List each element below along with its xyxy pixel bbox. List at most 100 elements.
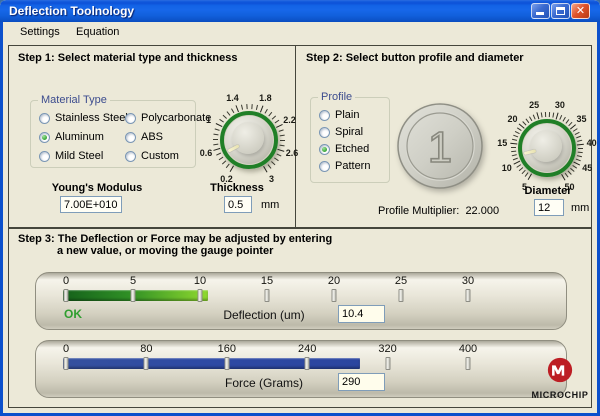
- radio-label: Custom: [141, 150, 179, 162]
- knob-tick: [216, 123, 223, 127]
- youngs-modulus-input[interactable]: [60, 196, 122, 213]
- profile-label: Profile: [318, 91, 355, 103]
- knob-tick: [572, 165, 577, 169]
- radio-selected-icon[interactable]: [319, 144, 330, 155]
- menu-settings[interactable]: Settings: [18, 22, 62, 42]
- gauge-tick-label: 80: [140, 343, 152, 355]
- radio-option-abs[interactable]: ABS: [125, 131, 197, 143]
- radio-option-aluminum[interactable]: Aluminum: [39, 131, 125, 143]
- radio-option-polycarbonate[interactable]: Polycarbonate: [125, 112, 197, 124]
- knob-scale-label: 15: [497, 138, 507, 148]
- gauge-tick-label: 5: [130, 275, 136, 287]
- knob-tick: [219, 119, 224, 123]
- thickness-knob[interactable]: 0.20.611.41.82.22.63: [201, 92, 297, 188]
- knob-tick: [511, 151, 516, 153]
- minimize-button[interactable]: [531, 3, 550, 19]
- radio-option-plain[interactable]: Plain: [319, 109, 385, 121]
- knob-tick: [578, 152, 583, 154]
- gauge-label: Deflection (um): [189, 308, 339, 322]
- close-button[interactable]: ✕: [571, 3, 590, 19]
- thickness-input[interactable]: [224, 196, 252, 213]
- radio-option-mild-steel[interactable]: Mild Steel: [39, 150, 125, 162]
- knob-tick: [213, 139, 218, 140]
- radio-label: Spiral: [335, 126, 363, 138]
- knob-tick: [565, 173, 569, 178]
- knob-tick: [573, 161, 580, 165]
- knob-tick: [271, 161, 275, 165]
- knob-tick: [578, 148, 583, 149]
- gauge-bar[interactable]: [63, 290, 208, 301]
- knob-tick: [230, 165, 234, 172]
- knob-tick: [280, 140, 285, 141]
- gauge-status: OK: [64, 307, 82, 321]
- knob-tick: [536, 112, 539, 119]
- radio-icon[interactable]: [39, 113, 50, 124]
- knob-tick: [213, 148, 220, 151]
- knob-cap: [232, 122, 264, 154]
- gauge-bar[interactable]: [63, 358, 360, 369]
- knob-tick: [513, 135, 518, 138]
- microchip-logo-icon: [546, 356, 574, 384]
- gauge-value-input[interactable]: [338, 305, 385, 323]
- radio-icon[interactable]: [125, 113, 136, 124]
- gauge-value-input[interactable]: [338, 373, 385, 391]
- diameter-unit: mm: [571, 202, 589, 214]
- knob-tick: [575, 132, 580, 135]
- gauge-tick-label: 160: [218, 343, 236, 355]
- gauge-tick: [265, 289, 270, 302]
- knob-tick: [231, 108, 234, 113]
- material-type-options: Stainless SteelPolycarbonate Aluminum ABSM…: [39, 112, 197, 162]
- radio-icon[interactable]: [125, 151, 136, 162]
- knob-tick: [260, 106, 263, 113]
- knob-tick: [241, 105, 243, 110]
- knob-scale-label: 35: [576, 114, 586, 124]
- radio-icon[interactable]: [319, 127, 330, 138]
- knob-tick: [529, 116, 532, 121]
- diameter-input[interactable]: [534, 199, 564, 216]
- knob-scale-label: 25: [529, 100, 539, 110]
- gauge-tick: [131, 289, 136, 302]
- radio-option-stainless-steel[interactable]: Stainless Steel: [39, 112, 125, 124]
- knob-scale-label: 20: [508, 114, 518, 124]
- knob-tick: [276, 153, 281, 156]
- knob-tick: [576, 136, 581, 139]
- knob-scale-label: 2.2: [283, 115, 296, 125]
- youngs-modulus-label: Young's Modulus: [38, 182, 156, 194]
- radio-option-pattern[interactable]: Pattern: [319, 160, 385, 172]
- knob-tick: [246, 104, 247, 109]
- knob-tick: [577, 155, 582, 157]
- knob-tick: [280, 145, 285, 147]
- diameter-knob[interactable]: 5101520253035404550: [499, 100, 595, 196]
- maximize-button[interactable]: [551, 3, 570, 19]
- material-type-label: Material Type: [38, 94, 110, 106]
- titlebar: Deflection Toolnology ✕: [0, 0, 600, 22]
- step2-title: Step 2: Select button profile and diamet…: [306, 52, 524, 64]
- radio-icon[interactable]: [319, 161, 330, 172]
- knob-tick: [276, 124, 283, 128]
- knob-tick: [219, 157, 224, 161]
- maximize-icon: [556, 7, 565, 15]
- radio-label: Pattern: [335, 160, 370, 172]
- close-icon: ✕: [572, 4, 589, 18]
- menu-equation[interactable]: Equation: [74, 22, 121, 42]
- profile-options: Plain Spiral Etched Pattern: [319, 109, 385, 172]
- gauge-label: Force (Grams): [189, 376, 339, 390]
- window-title: Deflection Toolnology: [9, 4, 134, 18]
- radio-icon[interactable]: [319, 110, 330, 121]
- radio-selected-icon[interactable]: [39, 132, 50, 143]
- radio-label: Aluminum: [55, 131, 104, 143]
- radio-icon[interactable]: [39, 151, 50, 162]
- radio-option-spiral[interactable]: Spiral: [319, 126, 385, 138]
- gauge-tick-label: 10: [194, 275, 206, 287]
- knob-scale-label: 1.4: [226, 93, 239, 103]
- knob-tick: [515, 131, 520, 134]
- step3-title-line1: Step 3: The Deflection or Force may be a…: [18, 233, 332, 245]
- radio-option-custom[interactable]: Custom: [125, 150, 197, 162]
- knob-tick: [541, 112, 543, 117]
- radio-option-etched[interactable]: Etched: [319, 143, 385, 155]
- gauge-tick: [385, 357, 390, 370]
- gauge-tick: [64, 357, 69, 370]
- radio-icon[interactable]: [125, 132, 136, 143]
- knob-tick: [215, 128, 220, 130]
- gauge-tick-label: 240: [298, 343, 316, 355]
